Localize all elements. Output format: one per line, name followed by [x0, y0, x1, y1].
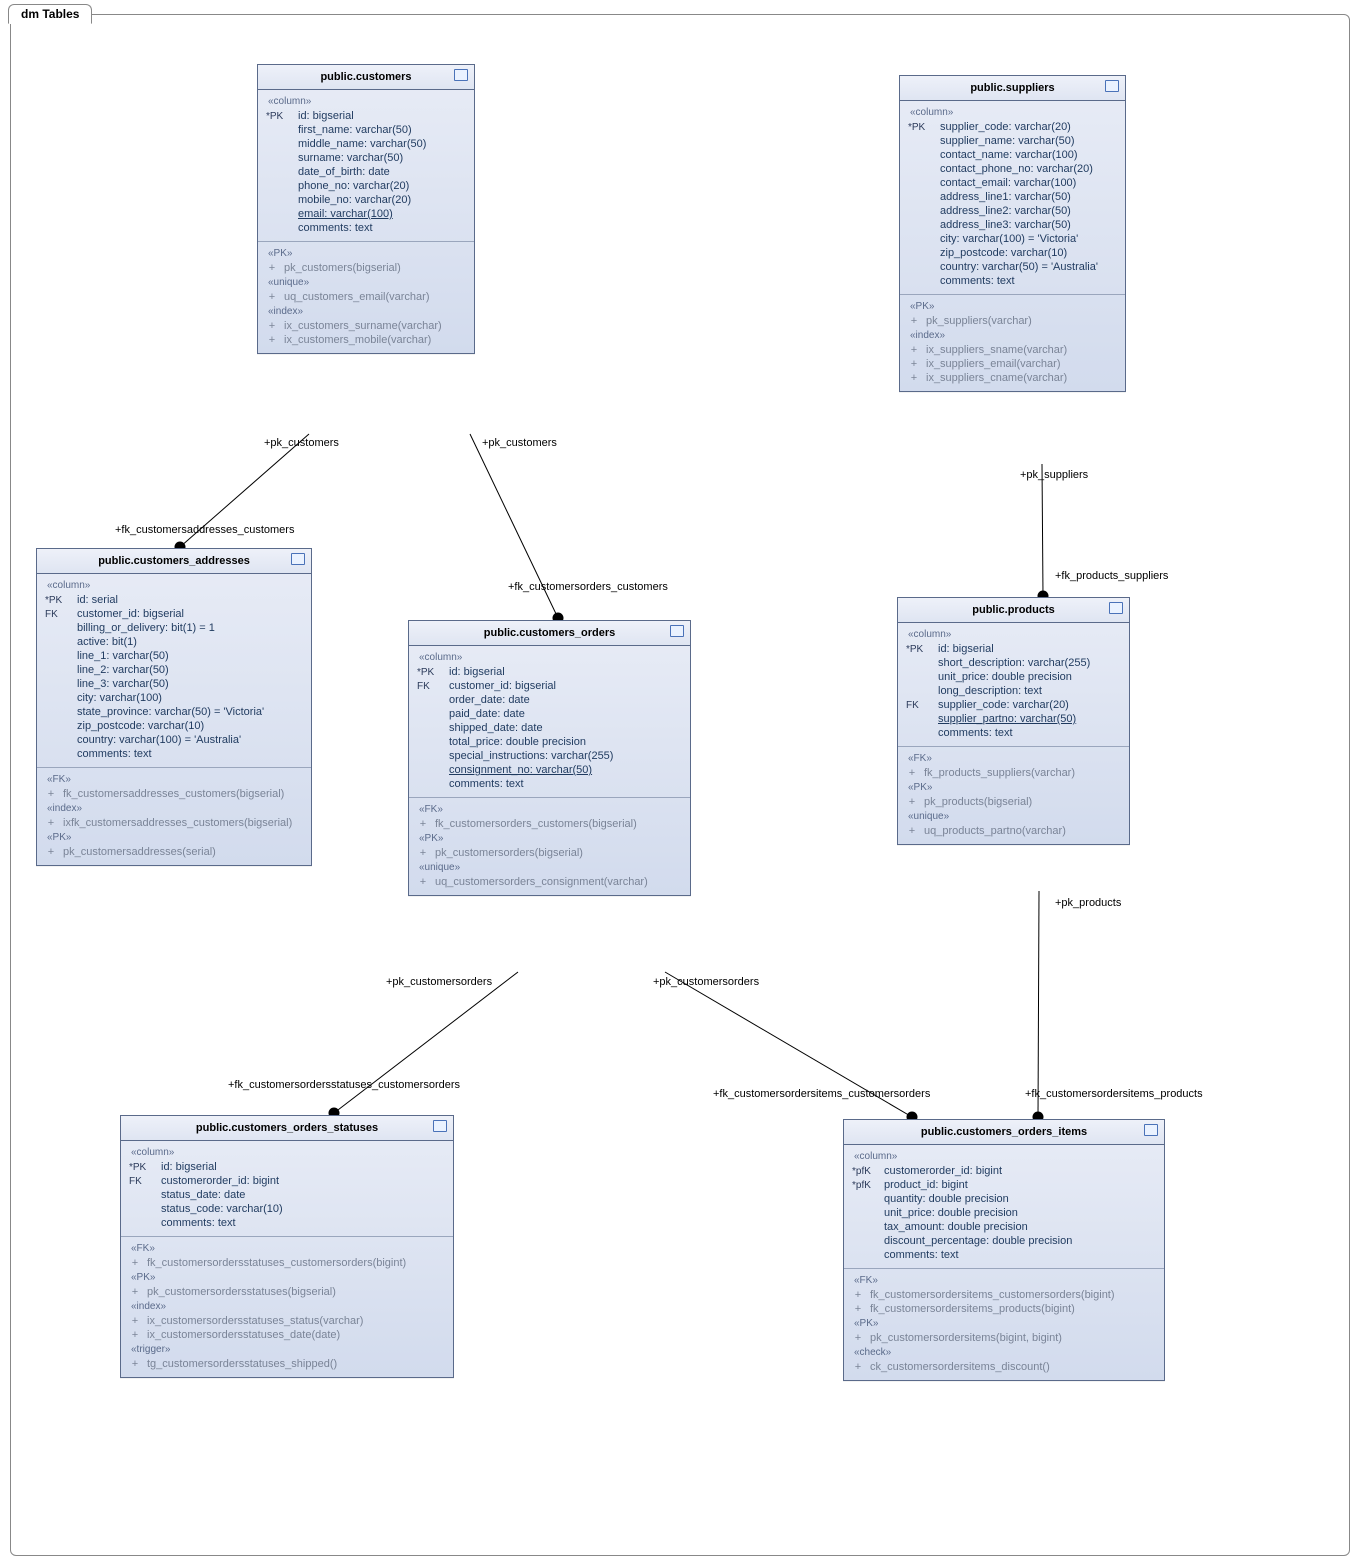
- entity-customers-orders[interactable]: public.customers_orders «column» *PKid: …: [408, 620, 691, 896]
- entity-title: public.customers_orders_items: [921, 1126, 1087, 1138]
- keys-section: «PK» +pk_customers(bigserial) «unique» +…: [258, 241, 474, 353]
- entity-title: public.customers_addresses: [98, 555, 250, 567]
- table-icon: [1109, 602, 1123, 614]
- entity-header: public.customers_orders: [409, 621, 690, 646]
- label-fk-customersorders-customers: +fk_customersorders_customers: [508, 581, 668, 593]
- entity-title: public.suppliers: [970, 82, 1054, 94]
- entity-title: public.products: [972, 604, 1055, 616]
- label-pk-customers-1: +pk_customers: [264, 437, 339, 449]
- frame-tab: dm Tables: [8, 4, 92, 24]
- label-pk-suppliers: +pk_suppliers: [1020, 469, 1088, 481]
- table-icon: [454, 69, 468, 81]
- entity-header: public.customers_addresses: [37, 549, 311, 574]
- label-pk-customersorders-2: +pk_customersorders: [653, 976, 759, 988]
- table-icon: [1144, 1124, 1158, 1136]
- label-pk-products: +pk_products: [1055, 897, 1121, 909]
- keys-section: «FK» +fk_customersorders_customers(bigse…: [409, 797, 690, 895]
- entity-customers-addresses[interactable]: public.customers_addresses «column» *PKi…: [36, 548, 312, 866]
- keys-section: «FK» +fk_products_suppliers(varchar) «PK…: [898, 746, 1129, 844]
- entity-header: public.customers_orders_items: [844, 1120, 1164, 1145]
- entity-products[interactable]: public.products «column» *PKid: bigseria…: [897, 597, 1130, 845]
- label-fk-customersordersitems-customersorders: +fk_customersordersitems_customersorders: [713, 1088, 930, 1100]
- entity-customers-orders-statuses[interactable]: public.customers_orders_statuses «column…: [120, 1115, 454, 1378]
- table-icon: [291, 553, 305, 565]
- label-fk-customersaddresses-customers: +fk_customersaddresses_customers: [115, 524, 294, 536]
- entity-customers-orders-items[interactable]: public.customers_orders_items «column» *…: [843, 1119, 1165, 1381]
- stereotype: «column»: [266, 94, 466, 109]
- entity-suppliers[interactable]: public.suppliers «column» *PKsupplier_co…: [899, 75, 1126, 392]
- entity-header: public.customers_orders_statuses: [121, 1116, 453, 1141]
- entity-header: public.products: [898, 598, 1129, 623]
- entity-title: public.customers_orders_statuses: [196, 1122, 378, 1134]
- columns-section: «column» *pfKcustomerorder_id: bigint *p…: [844, 1145, 1164, 1268]
- keys-section: «FK» +fk_customersaddresses_customers(bi…: [37, 767, 311, 865]
- label-pk-customersorders-1: +pk_customersorders: [386, 976, 492, 988]
- label-fk-customersordersstatuses-customersorders: +fk_customersordersstatuses_customersord…: [228, 1079, 460, 1091]
- columns-section: «column» *PKid: bigserial FKcustomer_id:…: [409, 646, 690, 797]
- columns-section: «column» *PKid: bigserial first_name: va…: [258, 90, 474, 241]
- columns-section: «column» *PKsupplier_code: varchar(20) s…: [900, 101, 1125, 294]
- diagram-canvas[interactable]: dm Tables +pk_customers +pk_customers +f…: [0, 0, 1360, 1566]
- label-fk-customersordersitems-products: +fk_customersordersitems_products: [1025, 1088, 1203, 1100]
- label-pk-customers-2: +pk_customers: [482, 437, 557, 449]
- columns-section: «column» *PKid: bigserial FKcustomerorde…: [121, 1141, 453, 1236]
- entity-title: public.customers: [320, 71, 411, 83]
- entity-customers[interactable]: public.customers «column» *PKid: bigseri…: [257, 64, 475, 354]
- entity-header: public.suppliers: [900, 76, 1125, 101]
- table-icon: [1105, 80, 1119, 92]
- entity-header: public.customers: [258, 65, 474, 90]
- columns-section: «column» *PKid: serial FKcustomer_id: bi…: [37, 574, 311, 767]
- table-icon: [670, 625, 684, 637]
- keys-section: «PK» +pk_suppliers(varchar) «index» +ix_…: [900, 294, 1125, 391]
- entity-title: public.customers_orders: [484, 627, 615, 639]
- keys-section: «FK» +fk_customersordersitems_customerso…: [844, 1268, 1164, 1380]
- columns-section: «column» *PKid: bigserial short_descript…: [898, 623, 1129, 746]
- table-icon: [433, 1120, 447, 1132]
- label-fk-products-suppliers: +fk_products_suppliers: [1055, 570, 1168, 582]
- keys-section: «FK» +fk_customersordersstatuses_custome…: [121, 1236, 453, 1377]
